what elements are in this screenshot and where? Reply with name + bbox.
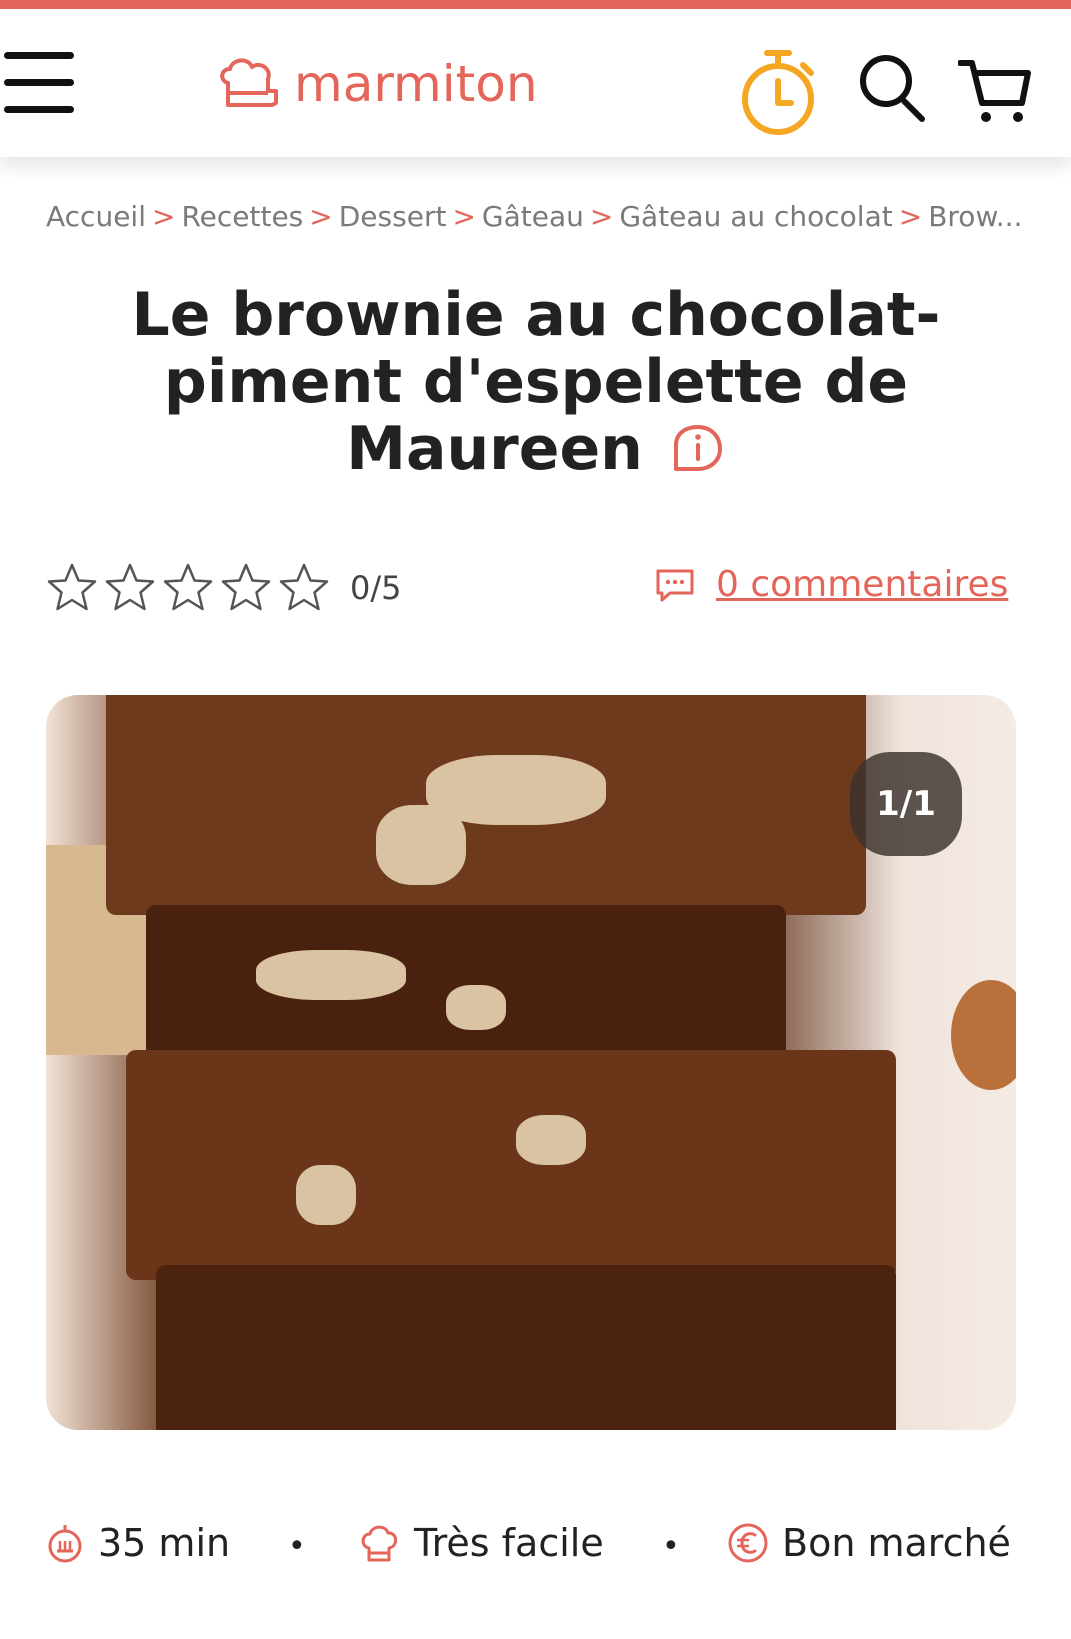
breadcrumb-link-recettes[interactable]: Recettes [181,200,303,233]
breadcrumb-separator: > [151,200,176,233]
meta-cost: Bon marché [726,1515,1011,1571]
site-header: marmiton [0,9,1071,157]
walnut-piece [296,1165,356,1225]
chef-hat-icon [361,1525,398,1562]
menu-bar [4,52,74,59]
recipe-title-line1: Le brownie au chocolat- [131,280,941,350]
comments-count[interactable]: 0 commentaires [716,564,1008,605]
breadcrumb-link-home[interactable]: Accueil [46,200,146,233]
meta-time: 35 min [46,1515,230,1571]
breadcrumb-separator: > [309,200,333,233]
recipe-title-line3: Maureen [346,414,643,484]
breadcrumb: Accueil > Recettes > Dessert > Gâteau > Gâteau a… [46,200,1046,233]
breadcrumb-separator: > [898,200,923,233]
timer-pot-icon [48,1525,82,1563]
photo-counter: 1/1 [850,752,962,856]
pecan-nut [951,980,1016,1090]
recipe-title: Le brownie au chocolat- piment d'espelet… [60,282,1012,483]
comments-link[interactable]: 0 commentaires [654,564,1008,605]
meta-difficulty: Très facile [358,1515,604,1571]
walnut-piece [446,985,506,1030]
menu-button[interactable] [4,52,76,116]
cart-icon[interactable] [958,57,1032,127]
breadcrumb-separator: > [452,200,476,233]
comment-bubble-icon [656,569,694,601]
menu-bar [4,106,74,113]
breadcrumb-current: Brow... [928,200,1023,233]
walnut-piece [256,950,406,1000]
timer-icon[interactable] [735,49,821,139]
star-outline-icon [105,563,155,611]
euro-coin-icon [728,1523,768,1563]
breadcrumb-link-gateau-chocolat[interactable]: Gâteau au chocolat [619,200,892,233]
info-icon[interactable] [670,423,726,475]
recipe-meta: 35 min • Très facile • Bon marché [46,1515,1026,1571]
star-outline-icon [163,563,213,611]
search-icon[interactable] [858,53,928,125]
logo-text: marmiton [294,55,538,113]
star-outline-icon [47,563,97,611]
meta-difficulty-value: Très facile [414,1521,604,1565]
breadcrumb-link-dessert[interactable]: Dessert [339,200,447,233]
chef-hat-logo-icon [220,58,278,107]
breadcrumb-separator: > [589,200,614,233]
top-accent-line [0,0,1071,9]
breadcrumb-link-gateau[interactable]: Gâteau [482,200,584,233]
star-outline-icon [221,563,271,611]
walnut-piece [376,805,466,885]
meta-separator: • [288,1529,306,1564]
rating-score: 0/5 [350,569,402,607]
recipe-title-line2: piment d'espelette de [163,347,909,417]
meta-time-value: 35 min [98,1521,231,1565]
star-outline-icon [279,563,329,611]
brownie-layer [156,1265,896,1430]
marmiton-logo[interactable]: marmiton [218,49,538,119]
brownie-layer [126,1050,896,1280]
rating[interactable]: 0/5 [46,560,402,616]
meta-separator: • [662,1529,680,1564]
walnut-piece [516,1115,586,1165]
menu-bar [4,79,74,86]
meta-cost-value: Bon marché [782,1521,1011,1565]
